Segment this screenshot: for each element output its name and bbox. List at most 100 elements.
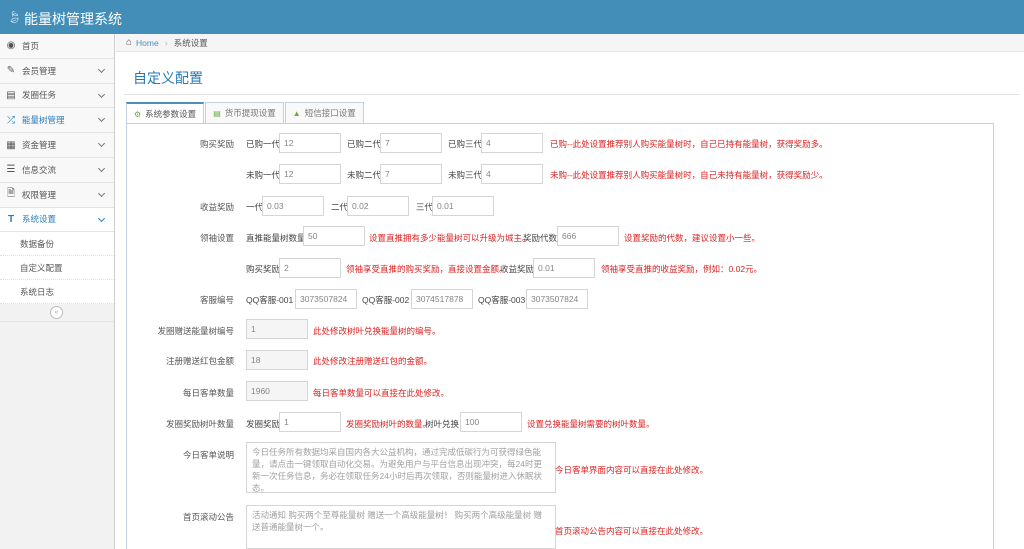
qq-service-3-input[interactable]: 3073507824 <box>526 289 588 309</box>
daily-count-input[interactable]: 1960 <box>246 381 308 401</box>
scroll-notice-label: 首页滚动公告 <box>182 512 234 522</box>
sidebar-subitem-backup[interactable]: 数据备份 <box>0 232 114 257</box>
app-title[interactable]: 能量树管理系统 <box>24 9 122 29</box>
income-gen2-label: 二代 <box>331 202 349 212</box>
breadcrumb-current: 系统设置 <box>173 37 208 48</box>
leader-gen-input[interactable]: 666 <box>557 226 619 246</box>
chevron-down-icon <box>97 140 106 148</box>
leader-buy-input[interactable]: 2 <box>279 258 341 278</box>
pencil-square-icon: ▤ <box>6 89 16 101</box>
credit-card-icon: ▤ <box>213 108 221 118</box>
income-gen3-input[interactable]: 0.01 <box>432 196 494 216</box>
dashboard-icon: ◉ <box>6 40 16 52</box>
bought-gen3-input[interactable]: 4 <box>481 133 543 153</box>
bought-hint: 已购--此处设置推荐别人购买能量树时，自己已持有能量树，获得奖励多。 <box>550 139 828 149</box>
leader-income-input[interactable]: 0.01 <box>533 258 595 278</box>
breadcrumb-separator-icon: › <box>164 37 168 48</box>
leader-gen-hint: 设置奖励的代数，建议设置小一些。 <box>624 233 761 243</box>
sidebar-item-permissions[interactable]: 🗎︎ 权限管理 <box>0 182 114 208</box>
chevron-down-icon <box>97 164 106 173</box>
cogs-icon: ⚙ <box>134 109 142 119</box>
leader-direct-input[interactable]: 50 <box>303 226 365 246</box>
calendar-icon: ▦ <box>6 139 16 151</box>
sidebar-item-members[interactable]: ✎ 会员管理 <box>0 58 114 84</box>
home-icon: ⌂ <box>126 37 133 48</box>
sidebar-item-funds[interactable]: ▦ 资金管理 <box>0 133 114 158</box>
edit-icon: ✎ <box>6 65 16 77</box>
breadcrumb-home-link[interactable]: Home <box>136 38 159 48</box>
income-gen1-input[interactable]: 0.03 <box>262 196 324 216</box>
tab-label: 系统参数设置 <box>145 109 197 119</box>
sidebar-item-label: 能量树管理 <box>22 115 65 126</box>
sidebar-subitem-custom-config[interactable]: 自定义配置 <box>0 256 114 281</box>
tab-withdrawal[interactable]: ▤ 货币提现设置 <box>205 102 284 123</box>
text-height-icon: T <box>7 213 15 225</box>
unbought-gen2-label: 未购二代 <box>347 170 382 180</box>
leader-income-hint: 领袖享受直推的收益奖励，例如：0.02元。 <box>601 264 763 274</box>
share-tree-input[interactable]: 1 <box>246 319 308 339</box>
bought-gen2-label: 已购二代 <box>347 139 382 149</box>
scroll-notice-textarea[interactable]: 活动通知 购买两个至尊能量树 赠送一个高级能量树！ 购买两个高级能量树 赠送普通… <box>246 505 556 549</box>
tab-label: 货币提现设置 <box>224 108 276 118</box>
sidebar-item-label: 会员管理 <box>22 65 57 76</box>
buy-reward-label: 购买奖励 <box>199 139 234 149</box>
register-bonus-input[interactable]: 18 <box>246 350 308 370</box>
qq-service-1-input[interactable]: 3073507824 <box>295 289 357 309</box>
service-id-label: 客服编号 <box>199 295 234 305</box>
sidebar-subitem-system-log[interactable]: 系统日志 <box>0 280 114 305</box>
register-bonus-hint: 此处修改注册赠送红包的金额。 <box>313 356 433 366</box>
daily-desc-label: 今日客单说明 <box>182 450 234 460</box>
leaf-exchange-label: 树叶兑换 <box>425 419 460 429</box>
page-title: 自定义配置 <box>133 70 203 86</box>
leader-gen-label: 奖励代数 <box>523 233 558 243</box>
sidebar-item-label: 信息交流 <box>22 164 57 175</box>
sidebar-item-messages[interactable]: ☰ 信息交流 <box>0 157 114 183</box>
sidebar-item-share-tasks[interactable]: ▤ 发圈任务 <box>0 83 114 109</box>
income-gen1-label: 一代 <box>246 202 264 212</box>
register-bonus-label: 注册赠送红包金额 <box>165 356 234 366</box>
daily-desc-textarea[interactable]: 今日任务所有数据均采自国内各大公益机构，通过完成低碳行为可获得绿色能量，请点击一… <box>246 442 556 493</box>
unbought-gen1-label: 未购一代 <box>246 170 281 180</box>
daily-desc-hint: 今日客单界面内容可以直接在此处修改。 <box>555 465 709 475</box>
leader-income-label: 收益奖励 <box>500 264 535 274</box>
bought-gen2-input[interactable]: 7 <box>380 133 442 153</box>
sidebar-item-home[interactable]: ◉ 首页 <box>0 34 114 59</box>
tab-label: 短信接口设置 <box>304 108 356 118</box>
tab-bar: ⚙ 系统参数设置 ▤ 货币提现设置 ▲ 短信接口设置 <box>126 102 365 124</box>
sidebar-item-label: 权限管理 <box>22 189 57 200</box>
chevron-down-icon <box>97 90 106 98</box>
daily-count-hint: 每日客单数量可以直接在此处修改。 <box>313 388 450 398</box>
tab-system-params[interactable]: ⚙ 系统参数设置 <box>126 102 205 124</box>
bought-gen1-input[interactable]: 12 <box>279 133 341 153</box>
unbought-gen1-input[interactable]: 12 <box>279 164 341 184</box>
share-leaf-label: 发圈奖励树叶数量 <box>165 419 234 429</box>
unbought-gen3-label: 未购三代 <box>448 170 483 180</box>
divider <box>124 94 1019 95</box>
sidebar-item-system-settings[interactable]: T 系统设置 <box>0 207 114 233</box>
share-tree-hint: 此处修改树叶兑换能量树的编号。 <box>313 326 441 336</box>
sidebar-item-label: 首页 <box>22 40 40 51</box>
income-gen2-input[interactable]: 0.02 <box>347 196 409 216</box>
leader-settings-label: 领袖设置 <box>199 233 234 243</box>
unbought-gen2-input[interactable]: 7 <box>380 164 442 184</box>
leader-direct-label: 直推能量树数量 <box>246 233 306 243</box>
unbought-gen3-input[interactable]: 4 <box>481 164 543 184</box>
breadcrumb: ⌂ Home › 系统设置 <box>116 34 1024 52</box>
share-reward-input[interactable]: 1 <box>279 412 341 432</box>
daily-count-label: 每日客单数量 <box>182 388 234 398</box>
share-reward-label: 发圈奖励 <box>246 419 281 429</box>
tab-sms[interactable]: ▲ 短信接口设置 <box>284 102 364 123</box>
qq-service-2-label: QQ客服-002 <box>362 295 410 305</box>
leader-direct-hint: 设置直推拥有多少能量树可以升级为城主。 <box>369 233 531 243</box>
top-navbar: 🍃︎ 能量树管理系统 <box>0 0 1024 34</box>
scroll-notice-hint: 首页滚动公告内容可以直接在此处修改。 <box>555 526 709 536</box>
sidebar-item-label: 发圈任务 <box>22 90 57 101</box>
double-chevron-left-icon[interactable]: « <box>50 306 63 320</box>
qq-service-3-label: QQ客服-003 <box>478 295 526 305</box>
leaf-icon: 🍃︎ <box>7 10 23 24</box>
sidebar: ◉ 首页 ✎ 会员管理 ▤ 发圈任务 ⤮ 能量树管理 ▦ 资金管理 ☰ 信息交流… <box>0 34 115 549</box>
bought-gen1-label: 已购一代 <box>246 139 281 149</box>
qq-service-2-input[interactable]: 3074517878 <box>411 289 473 309</box>
leaf-exchange-input[interactable]: 100 <box>460 412 522 432</box>
sidebar-item-energy-tree[interactable]: ⤮ 能量树管理 <box>0 108 114 134</box>
